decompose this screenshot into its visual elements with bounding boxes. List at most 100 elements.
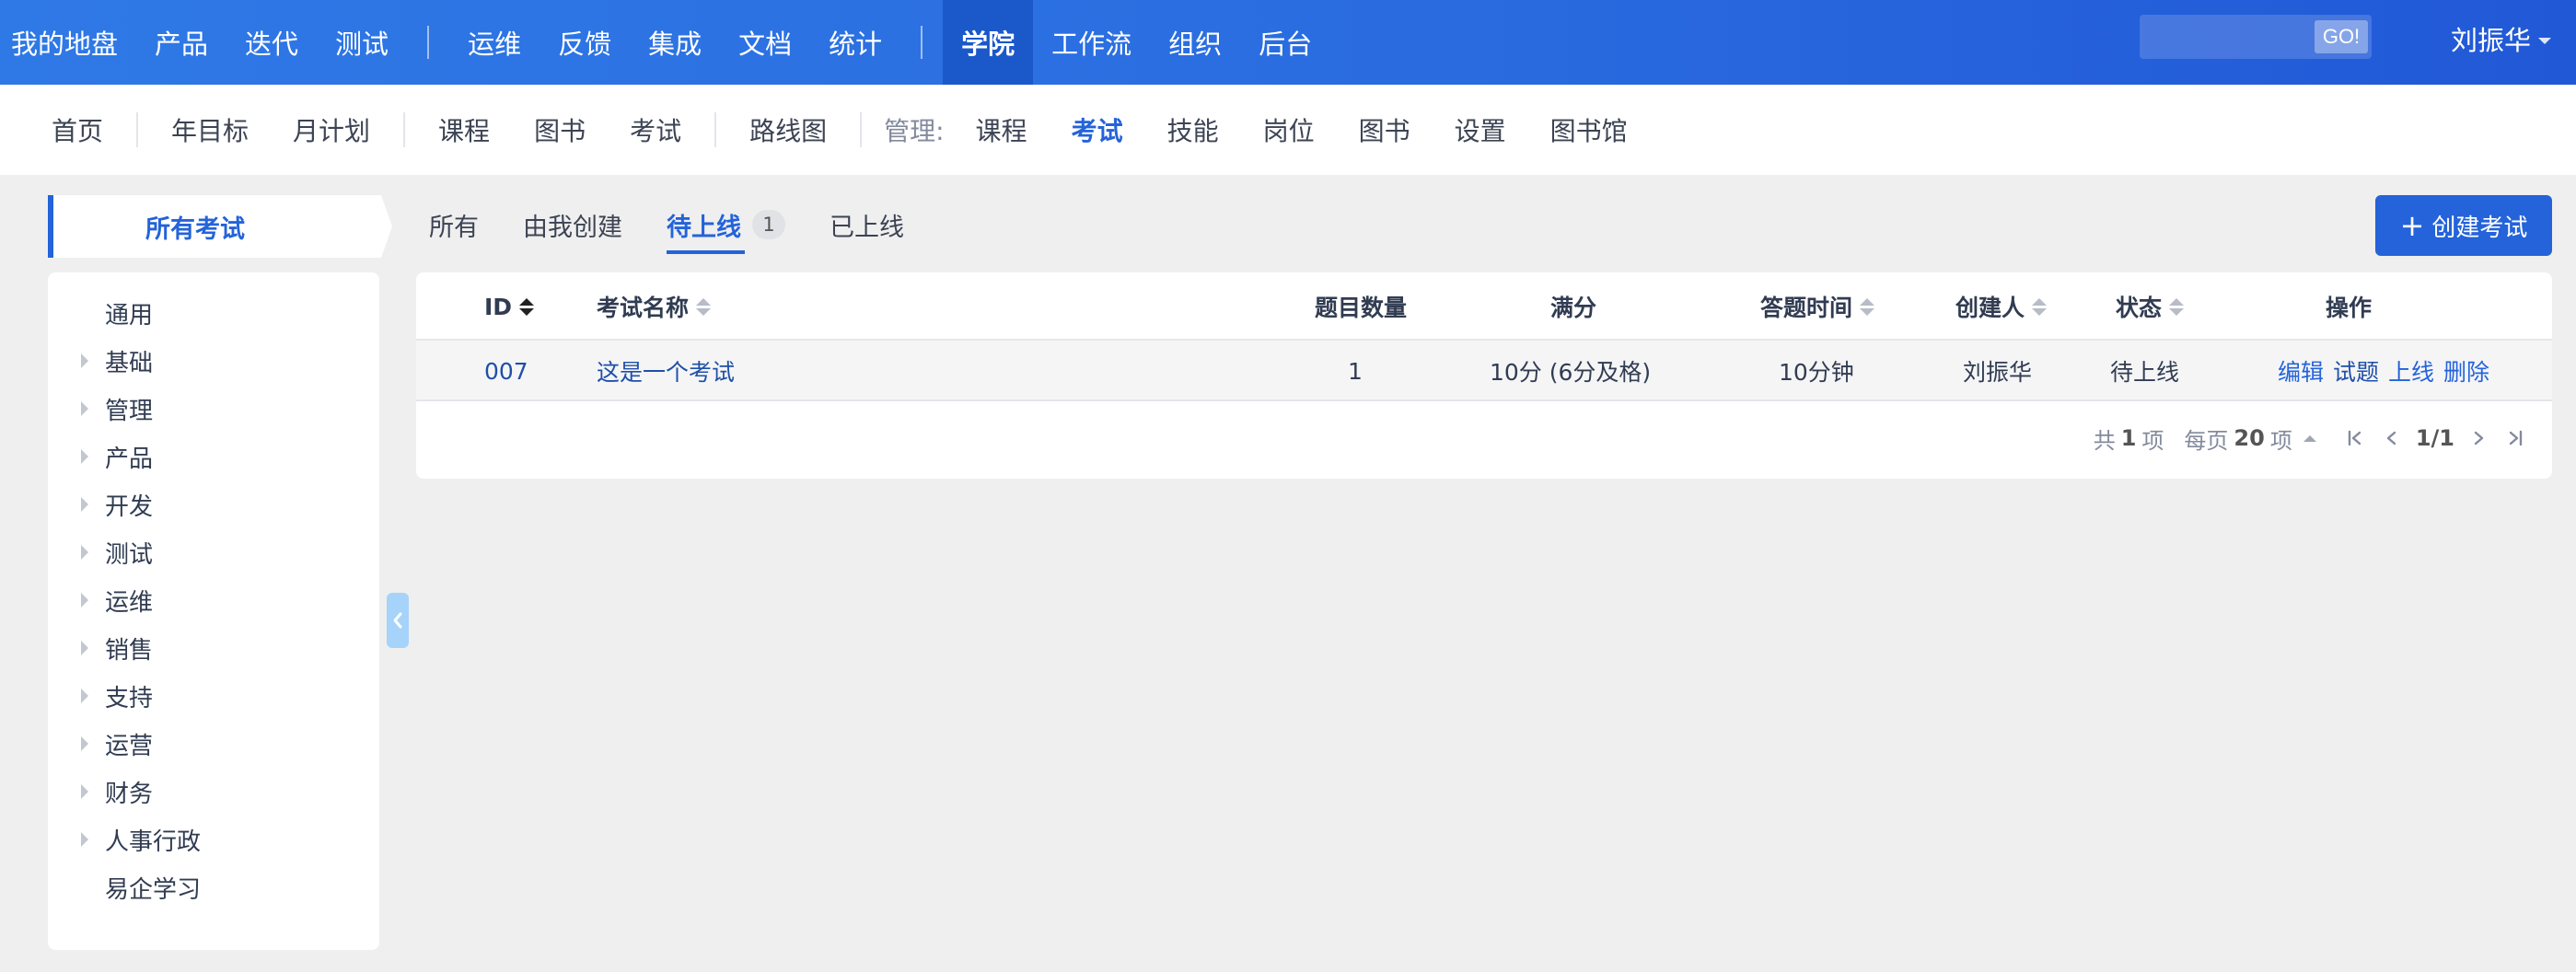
exam-table-panel: ID 考试名称 题目数量 满分 答题时间 创建人 状态 操作 007 这是一个考… [416, 272, 2552, 479]
sort-icon[interactable] [2169, 297, 2185, 316]
subnav-manage-exam[interactable]: 考试 [1050, 111, 1145, 148]
next-page-icon[interactable] [2469, 429, 2488, 447]
sidebar-title: 所有考试 [145, 214, 245, 244]
tree-item-label: 通用 [105, 301, 154, 330]
tree-item[interactable]: 运营 [48, 720, 379, 768]
global-search: GO! [2140, 15, 2372, 59]
chevron-left-icon [393, 612, 402, 629]
tree-item[interactable]: 易企学习 [48, 863, 379, 911]
subnav-manage-position[interactable]: 岗位 [1241, 111, 1337, 148]
caret-right-icon[interactable] [81, 353, 88, 368]
subnav-roadmap[interactable]: 路线图 [727, 111, 849, 148]
subnav-book[interactable]: 图书 [512, 111, 608, 148]
sort-icon[interactable] [2032, 297, 2048, 316]
sort-icon[interactable] [696, 297, 712, 316]
tree-item-label: 财务 [105, 780, 154, 808]
top-navbar: 我的地盘 产品 迭代 测试 运维 反馈 集成 文档 统计 学院 工作流 组织 后… [0, 0, 2576, 85]
subnav-manage-settings[interactable]: 设置 [1433, 111, 1528, 148]
caret-right-icon[interactable] [81, 449, 88, 464]
tab-created-by-me[interactable]: 由我创建 [523, 207, 622, 243]
nav-docs[interactable]: 文档 [720, 0, 810, 85]
nav-my-workspace[interactable]: 我的地盘 [0, 0, 136, 85]
caret-right-icon[interactable] [81, 832, 88, 847]
nav-organization[interactable]: 组织 [1150, 0, 1240, 85]
nav-academy[interactable]: 学院 [943, 0, 1034, 85]
nav-ops[interactable]: 运维 [449, 0, 540, 85]
tree-item[interactable]: 运维 [48, 576, 379, 624]
tree-item[interactable]: 通用 [48, 289, 379, 337]
page-size-selector[interactable]: 每页 20 项 [2184, 422, 2316, 455]
caret-right-icon[interactable] [81, 545, 88, 560]
sort-icon[interactable] [1860, 297, 1875, 316]
sub-navbar: 首页 年目标 月计划 课程 图书 考试 路线图 管理: 课程 考试 技能 岗位 … [0, 85, 2576, 175]
search-go-button[interactable]: GO! [2315, 20, 2368, 53]
caret-right-icon[interactable] [81, 641, 88, 655]
nav-stats[interactable]: 统计 [810, 0, 900, 85]
tab-online[interactable]: 已上线 [830, 207, 904, 243]
create-exam-button[interactable]: + 创建考试 [2375, 195, 2552, 256]
nav-divider [921, 26, 923, 59]
tree-item[interactable]: 支持 [48, 672, 379, 720]
subnav-course[interactable]: 课程 [416, 111, 512, 148]
subnav-manage-book[interactable]: 图书 [1337, 111, 1433, 148]
tree-item[interactable]: 产品 [48, 433, 379, 480]
nav-test[interactable]: 测试 [317, 0, 407, 85]
nav-feedback[interactable]: 反馈 [540, 0, 630, 85]
col-creator-header[interactable]: 创建人 [1955, 272, 2048, 341]
tree-item[interactable]: 销售 [48, 624, 379, 672]
count-badge: 1 [752, 210, 785, 239]
tree-item[interactable]: 开发 [48, 480, 379, 528]
prev-page-icon[interactable] [2383, 429, 2401, 447]
caret-right-icon[interactable] [81, 736, 88, 751]
exam-name-link[interactable]: 这是一个考试 [597, 341, 735, 401]
nav-product[interactable]: 产品 [136, 0, 226, 85]
tab-all[interactable]: 所有 [429, 207, 479, 243]
col-id-header[interactable]: ID [484, 272, 535, 341]
caret-right-icon[interactable] [81, 497, 88, 512]
nav-iteration[interactable]: 迭代 [226, 0, 317, 85]
delete-button[interactable]: 删除 [2443, 354, 2489, 388]
tree-item[interactable]: 测试 [48, 528, 379, 576]
first-page-icon[interactable] [2346, 429, 2364, 447]
tree-item[interactable]: 人事行政 [48, 816, 379, 863]
tree-item[interactable]: 管理 [48, 385, 379, 433]
subnav-manage-label: 管理: [884, 116, 945, 146]
subnav-exam[interactable]: 考试 [608, 111, 703, 148]
pager-total: 1 [2120, 425, 2137, 451]
header-label: 考试名称 [597, 295, 690, 321]
col-name-header[interactable]: 考试名称 [597, 272, 712, 341]
tree-item-label: 人事行政 [105, 827, 202, 856]
subnav-year-goal[interactable]: 年目标 [149, 111, 271, 148]
col-score-header: 满分 [1550, 272, 1596, 341]
exam-id-link[interactable]: 007 [484, 341, 528, 401]
nav-admin[interactable]: 后台 [1240, 0, 1330, 85]
subnav-manage-library[interactable]: 图书馆 [1528, 111, 1650, 148]
questions-button[interactable]: 试题 [2333, 354, 2379, 388]
user-menu[interactable]: 刘振华 [2451, 0, 2552, 77]
nav-workflow[interactable]: 工作流 [1033, 0, 1150, 85]
caret-right-icon[interactable] [81, 401, 88, 416]
last-page-icon[interactable] [2506, 429, 2524, 447]
subnav-home[interactable]: 首页 [0, 111, 125, 148]
sort-icon[interactable] [519, 297, 535, 316]
table-row[interactable]: 007 这是一个考试 1 10分 (6分及格) 10分钟 刘振华 待上线 编辑 … [416, 341, 2552, 401]
col-status-header[interactable]: 状态 [2116, 272, 2185, 341]
caret-right-icon[interactable] [81, 593, 88, 608]
sidebar-title-tab[interactable]: 所有考试 [48, 195, 392, 258]
nav-integration[interactable]: 集成 [630, 0, 720, 85]
subnav-manage-skill[interactable]: 技能 [1145, 111, 1241, 148]
caret-up-icon [2303, 434, 2316, 442]
edit-button[interactable]: 编辑 [2278, 354, 2324, 388]
caret-right-icon[interactable] [81, 784, 88, 799]
subnav-month-plan[interactable]: 月计划 [271, 111, 392, 148]
caret-right-icon[interactable] [81, 688, 88, 703]
publish-button[interactable]: 上线 [2388, 354, 2434, 388]
tree-item[interactable]: 基础 [48, 337, 379, 385]
col-time-header[interactable]: 答题时间 [1760, 272, 1875, 341]
tree-item[interactable]: 财务 [48, 768, 379, 816]
subnav-manage-course[interactable]: 课程 [954, 111, 1050, 148]
tree-item-label: 管理 [105, 397, 154, 425]
tab-pending[interactable]: 待上线 1 [667, 207, 785, 254]
sidebar-collapse-button[interactable] [387, 593, 409, 648]
main-nav: 我的地盘 产品 迭代 测试 运维 反馈 集成 文档 统计 学院 工作流 组织 后… [0, 0, 1330, 85]
